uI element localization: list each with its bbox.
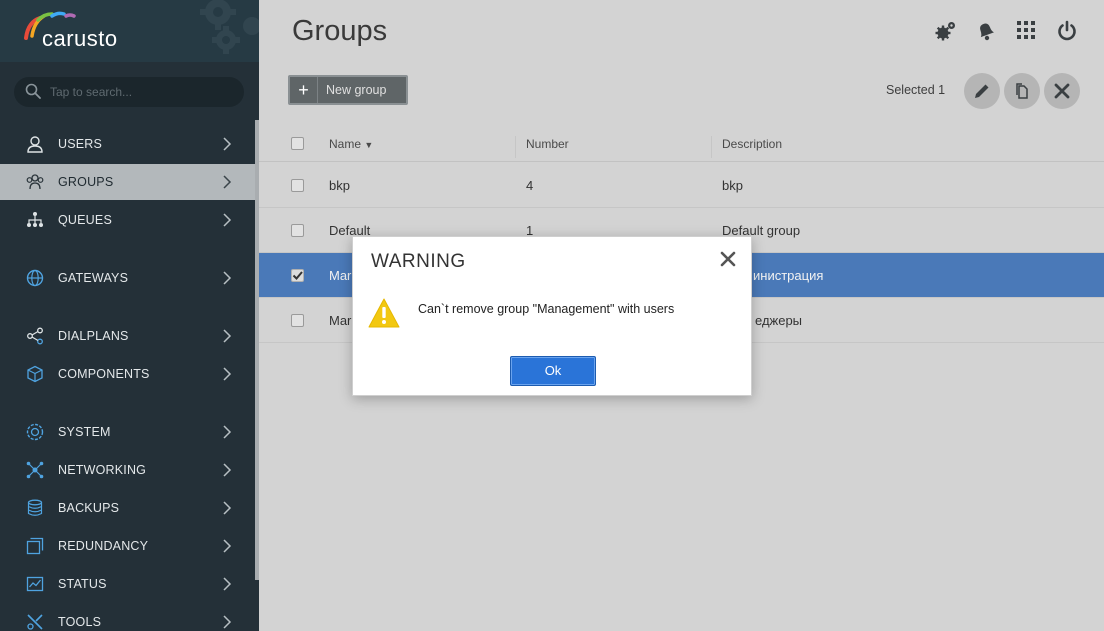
sidebar-item-label: REDUNDANCY xyxy=(58,539,149,553)
delete-button[interactable] xyxy=(1044,73,1080,109)
system-icon xyxy=(26,423,44,441)
network-icon xyxy=(26,461,44,479)
dialog-title: WARNING xyxy=(371,251,466,272)
brand-header: carusto xyxy=(0,0,259,62)
column-divider xyxy=(711,136,712,158)
warning-icon xyxy=(368,298,400,328)
warning-dialog: WARNING Can`t remove group "Management" … xyxy=(352,236,752,396)
settings-icon[interactable] xyxy=(935,20,957,42)
delete-icon xyxy=(1054,83,1070,99)
logo-text: carusto xyxy=(42,26,118,51)
sidebar-item-label: TOOLS xyxy=(58,615,102,629)
chevron-right-icon xyxy=(223,367,232,381)
chevron-right-icon xyxy=(223,175,232,189)
checkmark-icon xyxy=(292,271,303,280)
user-icon xyxy=(27,136,43,153)
dialog-message: Can`t remove group "Management" with use… xyxy=(418,302,675,316)
edit-icon xyxy=(975,84,989,98)
sidebar-item-queues[interactable]: QUEUES xyxy=(0,202,255,238)
edit-button[interactable] xyxy=(964,73,1000,109)
chevron-right-icon xyxy=(223,501,232,515)
sidebar-item-label: USERS xyxy=(58,137,103,151)
row-checkbox[interactable] xyxy=(291,314,304,327)
apps-grid-icon[interactable] xyxy=(1016,20,1036,40)
chart-icon xyxy=(26,576,44,592)
search-box[interactable] xyxy=(14,77,244,107)
sidebar-item-label: DIALPLANS xyxy=(58,329,129,343)
cell-name: Mar xyxy=(329,313,352,328)
sidebar-item-tools[interactable]: TOOLS xyxy=(0,604,255,631)
cell-name: bkp xyxy=(329,178,350,193)
sidebar-item-system[interactable]: SYSTEM xyxy=(0,414,255,450)
sidebar-item-groups[interactable]: GROUPS xyxy=(0,164,255,200)
chevron-right-icon xyxy=(223,539,232,553)
close-icon[interactable] xyxy=(719,250,737,268)
sidebar-item-components[interactable]: COMPONENTS xyxy=(0,356,255,392)
search-icon xyxy=(25,83,41,99)
column-divider xyxy=(515,136,516,158)
chevron-right-icon xyxy=(223,425,232,439)
database-icon xyxy=(27,499,43,516)
sidebar-item-label: BACKUPS xyxy=(58,501,120,515)
sidebar-item-label: NETWORKING xyxy=(58,463,147,477)
cell-name: Mar xyxy=(329,268,352,283)
power-icon[interactable] xyxy=(1056,20,1078,42)
page-title: Groups xyxy=(292,15,388,47)
column-header-label: Name xyxy=(329,137,362,151)
new-group-button[interactable]: + New group xyxy=(288,75,408,105)
sidebar-item-redundancy[interactable]: REDUNDANCY xyxy=(0,528,255,564)
ok-button[interactable]: Ok xyxy=(510,356,596,386)
select-all-checkbox[interactable] xyxy=(291,137,304,150)
search-input[interactable] xyxy=(50,82,230,102)
sidebar-item-backups[interactable]: BACKUPS xyxy=(0,490,255,526)
sort-down-icon: ▼ xyxy=(364,140,374,150)
column-header-number[interactable]: Number xyxy=(526,137,569,151)
sidebar-item-users[interactable]: USERS xyxy=(0,126,255,162)
sidebar-item-dialplans[interactable]: DIALPLANS xyxy=(0,318,255,354)
sidebar-item-label: GROUPS xyxy=(58,175,114,189)
sidebar-item-status[interactable]: STATUS xyxy=(0,566,255,602)
sidebar: carusto USERS GROUPS QUEUES GATEWAYS DIA… xyxy=(0,0,259,631)
chevron-right-icon xyxy=(223,213,232,227)
selected-count: Selected 1 xyxy=(886,83,946,97)
sidebar-item-gateways[interactable]: GATEWAYS xyxy=(0,260,255,296)
group-icon xyxy=(26,174,44,190)
row-checkbox[interactable] xyxy=(291,269,304,282)
cell-description: инистрация xyxy=(753,268,824,283)
new-group-label: New group xyxy=(326,83,387,97)
copy-icon xyxy=(1016,83,1028,99)
column-header-name[interactable]: Name ▼ xyxy=(329,137,373,151)
chevron-right-icon xyxy=(223,137,232,151)
row-checkbox[interactable] xyxy=(291,179,304,192)
chevron-right-icon xyxy=(223,463,232,477)
sidebar-item-label: COMPONENTS xyxy=(58,367,150,381)
queues-icon xyxy=(27,212,43,227)
sidebar-item-label: QUEUES xyxy=(58,213,112,227)
sidebar-item-label: STATUS xyxy=(58,577,107,591)
chevron-right-icon xyxy=(223,615,232,629)
chevron-right-icon xyxy=(223,271,232,285)
table-row[interactable]: bkp 4 bkp xyxy=(259,163,1104,208)
bell-icon[interactable] xyxy=(975,20,997,42)
share-icon xyxy=(27,327,43,345)
row-checkbox[interactable] xyxy=(291,224,304,237)
chevron-right-icon xyxy=(223,329,232,343)
globe-icon xyxy=(26,269,44,287)
sidebar-item-networking[interactable]: NETWORKING xyxy=(0,452,255,488)
gear-decoration-icon xyxy=(200,0,259,54)
sidebar-item-label: GATEWAYS xyxy=(58,271,129,285)
sidebar-item-label: SYSTEM xyxy=(58,425,111,439)
table-header: Name ▼ Number Description xyxy=(259,124,1104,162)
chevron-right-icon xyxy=(223,577,232,591)
tools-icon xyxy=(27,614,43,630)
plus-icon: + xyxy=(290,77,318,103)
cell-description: bkp xyxy=(722,178,743,193)
copy-button[interactable] xyxy=(1004,73,1040,109)
redundancy-icon xyxy=(26,537,44,555)
column-header-description[interactable]: Description xyxy=(722,137,782,151)
cell-description: еджеры xyxy=(755,313,803,328)
cell-number: 4 xyxy=(526,178,534,193)
cube-icon xyxy=(27,365,43,383)
